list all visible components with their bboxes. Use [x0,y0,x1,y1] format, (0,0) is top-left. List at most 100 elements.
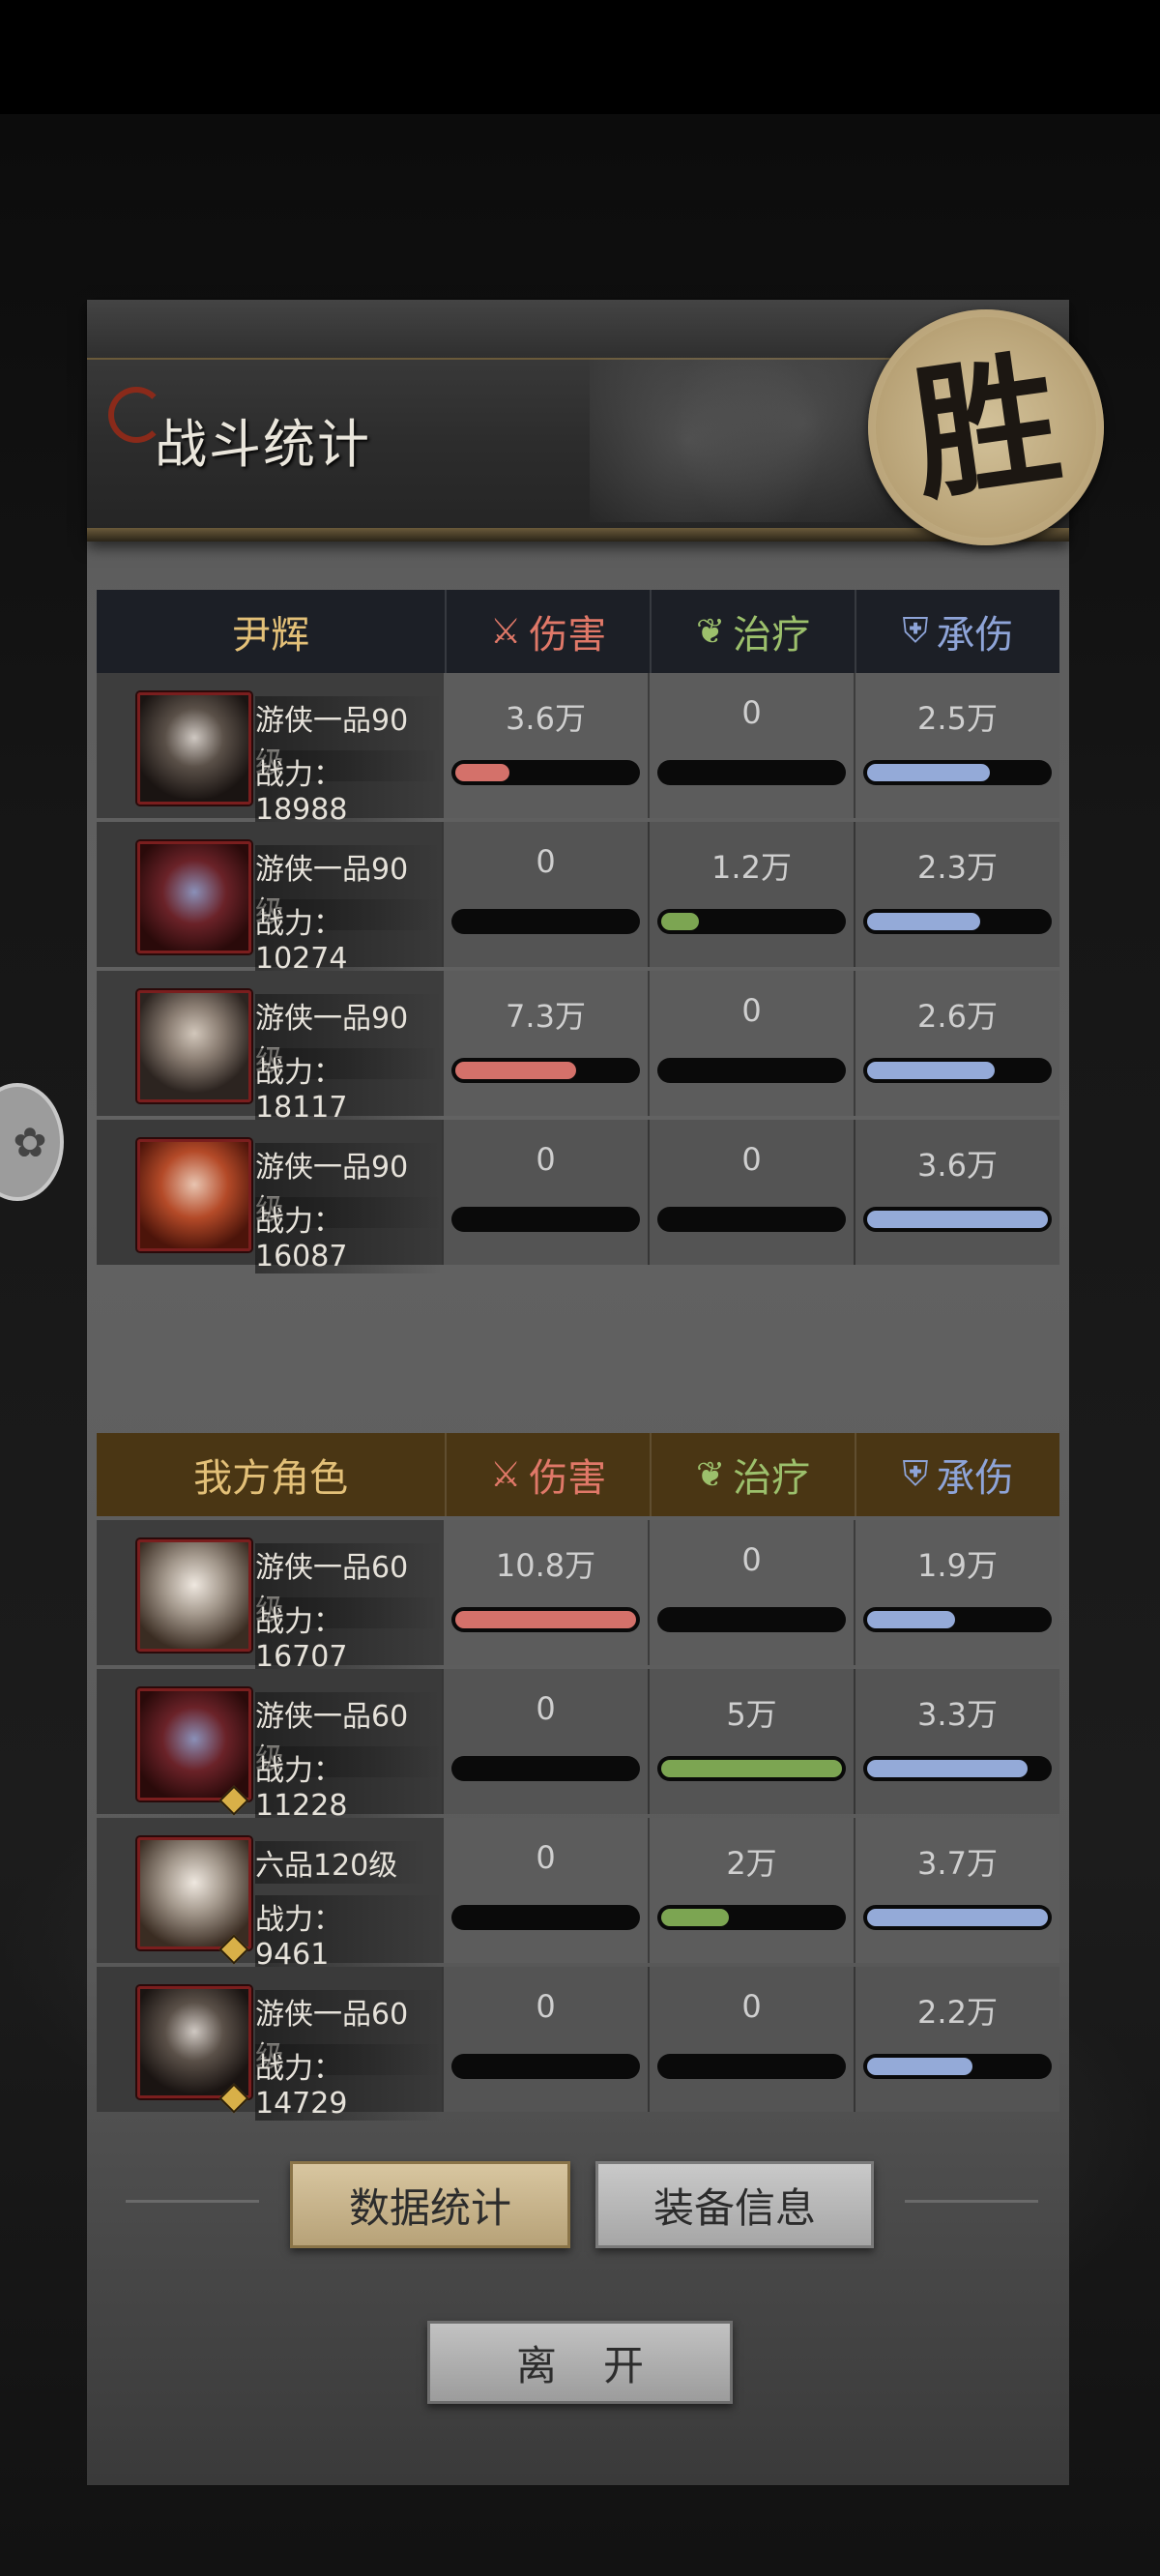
avatar[interactable] [137,1539,251,1652]
tank-bar-fill [867,1211,1048,1228]
star-badge-icon [218,1785,249,1816]
tank-bar [863,760,1052,785]
avatar[interactable] [137,1688,251,1816]
damage-bar [451,909,640,934]
ally-row[interactable]: 游侠一品60级 战力：14729 0 0 2.2万 [97,1967,1059,2121]
tank-bar-fill [867,1062,996,1079]
heal-bar [657,1207,846,1232]
tank-cell: 3.7万 [854,1818,1059,1963]
sword-icon: ⚔ [490,1454,522,1495]
heal-bar-fill [661,913,699,930]
enemy-header: 尹辉 ⚔ 伤害 ❦ 治疗 ⛨ 承伤 [97,590,1059,673]
ally-row[interactable]: 游侠一品60级 战力：11228 0 5万 3.3万 [97,1669,1059,1823]
heal-cell: 0 [648,673,854,818]
damage-value: 0 [536,1141,556,1178]
heal-bar [657,760,846,785]
tank-bar-fill [867,1909,1048,1926]
tank-value: 3.6万 [917,1147,998,1184]
tank-value: 2.2万 [917,1994,998,2031]
heal-bar-fill [661,1760,842,1777]
heal-value: 0 [741,1541,762,1578]
damage-value: 0 [536,1839,556,1876]
tank-bar [863,909,1052,934]
damage-label: 伤害 [529,613,607,658]
tank-value: 2.3万 [917,849,998,886]
ally-row[interactable]: 六品120级 战力：9461 0 2万 3.7万 [97,1818,1059,1972]
tank-cell: 2.6万 [854,971,1059,1116]
heal-cell: 0 [648,1520,854,1665]
heal-value: 0 [741,992,762,1029]
ally-header: 我方角色 ⚔ 伤害 ❦ 治疗 ⛨ 承伤 [97,1433,1059,1516]
avatar[interactable] [137,1139,251,1251]
damage-bar [451,1607,640,1632]
power-text: 战力：10274 [255,899,442,976]
tank-label: 承伤 [936,613,1014,658]
heal-value: 2万 [726,1845,777,1882]
damage-value: 0 [536,1690,556,1727]
avatar[interactable] [137,990,251,1102]
avatar[interactable] [137,841,251,953]
damage-cell: 0 [442,1818,648,1963]
power-text: 战力：18117 [255,1048,442,1125]
enemy-row[interactable]: 游侠一品90级 战力：10274 0 1.2万 2.3万 [97,822,1059,976]
star-badge-icon [218,1934,249,1965]
power-text: 战力：18988 [255,750,442,827]
tank-value: 3.7万 [917,1845,998,1882]
heal-bar [657,2054,846,2079]
damage-bar-fill [455,1062,576,1079]
heal-label: 治疗 [733,613,811,658]
divider-left [126,2200,259,2203]
avatar[interactable] [137,692,251,805]
heal-label: 治疗 [733,1456,811,1501]
tank-column-header: ⛨ 承伤 [855,1433,1059,1516]
heal-bar [657,1058,846,1083]
damage-bar [451,760,640,785]
gift-icon: ✿ [13,1118,47,1166]
enemy-row[interactable]: 游侠一品90级 战力：18988 3.6万 0 2.5万 [97,673,1059,827]
tank-bar-fill [867,1611,956,1628]
heal-cell: 5万 [648,1669,854,1814]
heal-bar-fill [661,1909,729,1926]
heal-cell: 0 [648,1120,854,1265]
tank-bar-fill [867,2058,972,2075]
shield-icon: ⛨ [902,1454,929,1494]
tank-cell: 2.2万 [854,1967,1059,2112]
heal-column-header: ❦ 治疗 [650,1433,855,1516]
divider-right [905,2200,1038,2203]
character-info: 游侠一品90级 战力：18988 [97,673,442,827]
enemy-row[interactable]: 游侠一品90级 战力：18117 7.3万 0 2.6万 [97,971,1059,1125]
damage-cell: 0 [442,1669,648,1814]
damage-bar [451,1905,640,1930]
damage-value: 10.8万 [495,1547,596,1584]
damage-cell: 3.6万 [442,673,648,818]
damage-cell: 0 [442,1967,648,2112]
character-info: 游侠一品60级 战力：11228 [97,1669,442,1823]
tank-cell: 2.3万 [854,822,1059,967]
tank-value: 2.6万 [917,998,998,1035]
ally-row[interactable]: 游侠一品60级 战力：16707 10.8万 0 1.9万 [97,1520,1059,1674]
enemy-row[interactable]: 游侠一品90级 战力：16087 0 0 3.6万 [97,1120,1059,1273]
equipment-info-button[interactable]: 装备信息 [595,2161,874,2248]
page-title: 战斗统计 [155,414,371,475]
damage-bar [451,1058,640,1083]
damage-label: 伤害 [529,1456,607,1501]
damage-bar-fill [455,1611,636,1628]
header-bottom-strip [87,528,1069,542]
avatar[interactable] [137,1986,251,2114]
tank-bar-fill [867,913,980,930]
tank-cell: 1.9万 [854,1520,1059,1665]
power-text: 战力：16087 [255,1197,442,1273]
tank-bar [863,1607,1052,1632]
victory-text: 胜 [902,333,1070,522]
heal-cell: 1.2万 [648,822,854,967]
avatar[interactable] [137,1837,251,1965]
character-info: 游侠一品60级 战力：14729 [97,1967,442,2121]
tank-bar-fill [867,1760,1028,1777]
heal-value: 5万 [726,1696,777,1733]
data-stats-button[interactable]: 数据统计 [290,2161,570,2248]
damage-cell: 0 [442,1120,648,1265]
leave-button[interactable]: 离开 [427,2321,733,2404]
tank-cell: 2.5万 [854,673,1059,818]
tank-value: 1.9万 [917,1547,998,1584]
power-text: 战力：16707 [255,1597,442,1674]
